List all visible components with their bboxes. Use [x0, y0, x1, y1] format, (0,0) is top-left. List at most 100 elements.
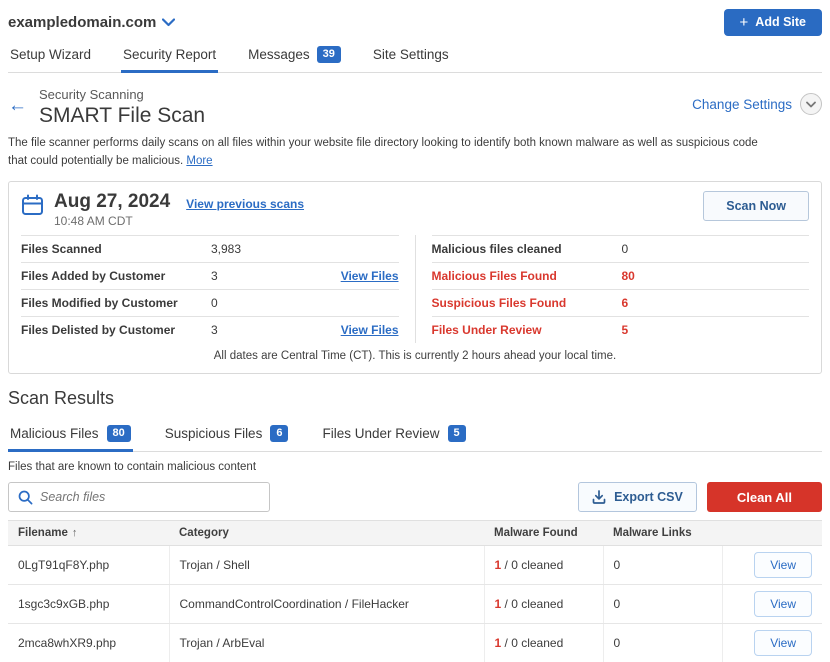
- messages-count-badge: 39: [317, 46, 341, 63]
- tab-label: Messages: [248, 47, 310, 62]
- scanner-description: The file scanner performs daily scans on…: [8, 135, 780, 171]
- back-arrow-icon[interactable]: ←: [8, 95, 27, 128]
- change-settings: Change Settings: [692, 93, 822, 115]
- stat-label: Suspicious Files Found: [432, 296, 622, 310]
- cell-malware-links: 0: [603, 585, 722, 624]
- malware-count: 1: [495, 597, 502, 611]
- column-label: Malware Found: [494, 527, 578, 539]
- search-input[interactable]: [40, 490, 260, 504]
- stat-value: 6: [622, 296, 629, 310]
- suspicious-count-badge: 6: [270, 425, 288, 442]
- results-tabs: Malicious Files 80 Suspicious Files 6 Fi…: [8, 417, 822, 452]
- view-files-link[interactable]: View Files: [341, 269, 399, 283]
- change-settings-link[interactable]: Change Settings: [692, 97, 792, 112]
- cell-actions: View: [722, 546, 822, 585]
- plus-icon: +: [740, 15, 749, 30]
- scan-card-header: Aug 27, 2024 10:48 AM CDT View previous …: [9, 182, 821, 233]
- stat-files-delisted: Files Delisted by Customer 3 View Files: [21, 316, 399, 343]
- tab-messages[interactable]: Messages 39: [246, 40, 343, 72]
- more-link[interactable]: More: [186, 155, 212, 167]
- add-site-label: Add Site: [755, 15, 806, 29]
- tab-files-under-review[interactable]: Files Under Review 5: [320, 417, 467, 451]
- column-header-malware-links: Malware Links: [603, 521, 722, 546]
- results-toolbar: Export CSV Clean All: [8, 482, 822, 512]
- breadcrumb: Security Scanning: [39, 87, 205, 102]
- tab-setup-wizard[interactable]: Setup Wizard: [8, 40, 93, 72]
- export-csv-button[interactable]: Export CSV: [578, 482, 697, 512]
- change-settings-expand-button[interactable]: [800, 93, 822, 115]
- stat-label: Malicious Files Found: [432, 269, 622, 283]
- scan-now-button[interactable]: Scan Now: [703, 191, 809, 221]
- cleaned-count: / 0 cleaned: [505, 558, 564, 572]
- calendar-icon: [21, 194, 44, 217]
- stat-value: 3: [211, 323, 218, 337]
- cell-malware-found: 1 / 0 cleaned: [484, 585, 603, 624]
- column-label: Filename: [18, 527, 68, 539]
- scan-summary-card: Aug 27, 2024 10:48 AM CDT View previous …: [8, 181, 822, 374]
- stat-value: 3: [211, 269, 218, 283]
- cleaned-count: / 0 cleaned: [505, 597, 564, 611]
- stat-value: 5: [622, 323, 629, 337]
- cell-malware-found: 1 / 0 cleaned: [484, 546, 603, 585]
- cell-actions: View: [722, 624, 822, 662]
- stat-label: Files Under Review: [432, 323, 622, 337]
- stat-files-modified: Files Modified by Customer 0: [21, 289, 399, 316]
- stat-value: 0: [622, 242, 629, 256]
- stat-value: 3,983: [211, 242, 241, 256]
- timezone-note: All dates are Central Time (CT). This is…: [9, 343, 821, 373]
- view-button[interactable]: View: [754, 591, 812, 617]
- scan-stats-left: Files Scanned 3,983 Files Added by Custo…: [21, 235, 399, 343]
- table-row: 2mca8whXR9.php Trojan / ArbEval 1 / 0 cl…: [8, 624, 822, 662]
- stat-malicious-cleaned: Malicious files cleaned 0: [432, 235, 810, 262]
- clean-all-button[interactable]: Clean All: [707, 482, 822, 512]
- view-button[interactable]: View: [754, 630, 812, 656]
- add-site-button[interactable]: + Add Site: [724, 9, 822, 36]
- view-button[interactable]: View: [754, 552, 812, 578]
- malicious-count-badge: 80: [107, 425, 131, 442]
- column-label: Malware Links: [613, 527, 692, 539]
- stat-malicious-found: Malicious Files Found 80: [432, 262, 810, 289]
- cell-category: CommandControlCoordination / FileHacker: [169, 585, 484, 624]
- topbar: exampledomain.com + Add Site: [8, 0, 822, 38]
- view-previous-scans-link[interactable]: View previous scans: [186, 197, 304, 211]
- domain-selector[interactable]: exampledomain.com: [8, 14, 175, 31]
- cell-filename: 0LgT91qF8Y.php: [8, 546, 169, 585]
- stat-label: Files Scanned: [21, 242, 211, 256]
- page-title: SMART File Scan: [39, 104, 205, 128]
- column-header-actions: [722, 521, 822, 546]
- cell-category: Trojan / ArbEval: [169, 624, 484, 662]
- stat-label: Files Added by Customer: [21, 269, 211, 283]
- scan-time: 10:48 AM CDT: [54, 214, 170, 228]
- view-files-link[interactable]: View Files: [341, 323, 399, 337]
- tab-label: Files Under Review: [322, 426, 439, 441]
- main-nav: Setup Wizard Security Report Messages 39…: [8, 40, 822, 73]
- tab-malicious-files[interactable]: Malicious Files 80: [8, 417, 133, 451]
- table-row: 0LgT91qF8Y.php Trojan / Shell 1 / 0 clea…: [8, 546, 822, 585]
- tab-suspicious-files[interactable]: Suspicious Files 6: [163, 417, 291, 451]
- tab-label: Site Settings: [373, 47, 449, 62]
- cleaned-count: / 0 cleaned: [505, 636, 564, 650]
- malicious-files-table: Filename↑ Category Malware Found Malware…: [8, 520, 822, 662]
- stat-files-added: Files Added by Customer 3 View Files: [21, 262, 399, 289]
- tab-security-report[interactable]: Security Report: [121, 40, 218, 72]
- column-header-category: Category: [169, 521, 484, 546]
- cell-filename: 2mca8whXR9.php: [8, 624, 169, 662]
- stat-files-scanned: Files Scanned 3,983: [21, 235, 399, 262]
- tab-site-settings[interactable]: Site Settings: [371, 40, 451, 72]
- malware-count: 1: [495, 636, 502, 650]
- table-header-row: Filename↑ Category Malware Found Malware…: [8, 521, 822, 546]
- stat-label: Files Modified by Customer: [21, 296, 211, 310]
- chevron-down-icon: [806, 101, 816, 108]
- search-icon: [18, 490, 33, 505]
- chevron-down-icon: [162, 18, 175, 27]
- scan-stats-right: Malicious files cleaned 0 Malicious File…: [415, 235, 810, 343]
- table-row: 1sgc3c9xGB.php CommandControlCoordinatio…: [8, 585, 822, 624]
- stat-label: Malicious files cleaned: [432, 242, 622, 256]
- page-header: ← Security Scanning SMART File Scan Chan…: [8, 87, 822, 128]
- results-subtitle: Files that are known to contain maliciou…: [8, 461, 822, 473]
- stat-label: Files Delisted by Customer: [21, 323, 211, 337]
- tab-label: Malicious Files: [10, 426, 99, 441]
- under-review-count-badge: 5: [448, 425, 466, 442]
- scan-date: Aug 27, 2024: [54, 191, 170, 213]
- column-header-filename[interactable]: Filename↑: [8, 521, 169, 546]
